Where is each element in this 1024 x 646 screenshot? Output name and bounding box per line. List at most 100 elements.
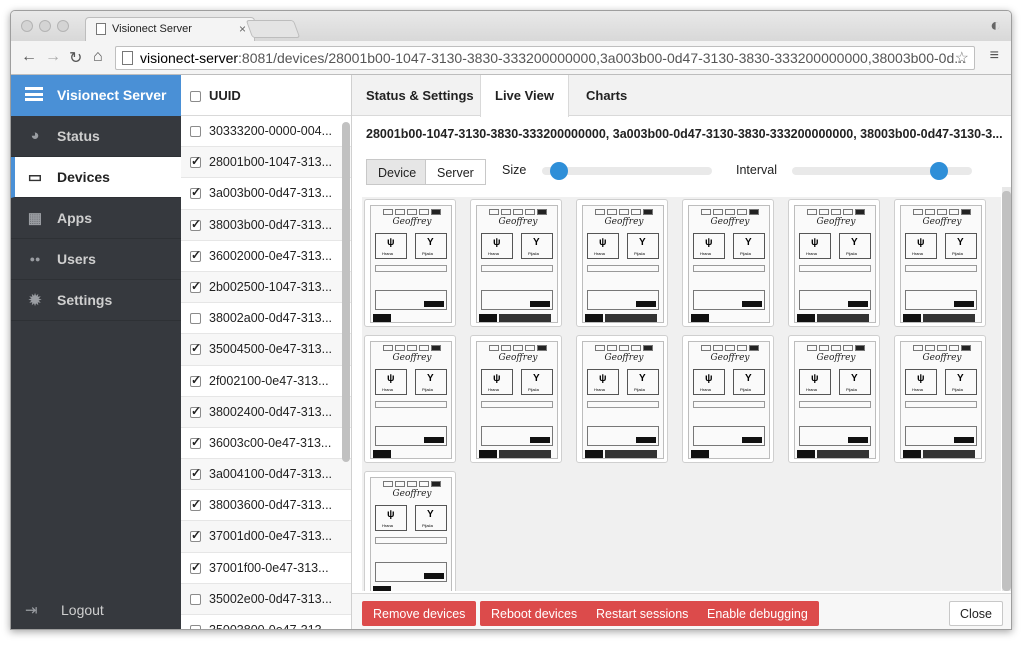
- home-icon[interactable]: ⌂: [93, 48, 103, 66]
- device-row[interactable]: 38003600-0d47-313...: [181, 490, 351, 522]
- device-preview[interactable]: Geoffrey ψ Hrana Y Pijača: [894, 199, 986, 327]
- tab-live-view[interactable]: Live View: [480, 75, 570, 117]
- device-preview[interactable]: Geoffrey ψ Hrana Y Pijača: [682, 199, 774, 327]
- sidebar-item-label: Status: [57, 128, 100, 144]
- preview-footer: [585, 314, 661, 322]
- device-row[interactable]: 38002400-0d47-313...: [181, 396, 351, 428]
- device-row[interactable]: 36003c00-0e47-313...: [181, 428, 351, 460]
- tab-charts[interactable]: Charts: [572, 75, 641, 116]
- drink-label: Pijača: [422, 523, 433, 528]
- sidebar-item-apps[interactable]: ▦ Apps: [11, 198, 181, 239]
- window-minimize-dot[interactable]: [39, 20, 51, 32]
- enable-debugging-button[interactable]: Enable debugging: [696, 601, 819, 626]
- device-row[interactable]: 30333200-0000-004...: [181, 116, 351, 148]
- device-row[interactable]: 37001d00-0e47-313...: [181, 521, 351, 553]
- size-label: Size: [502, 163, 527, 177]
- remove-devices-button[interactable]: Remove devices: [362, 601, 477, 626]
- close-button[interactable]: Close: [949, 601, 1003, 626]
- scrollbar-thumb[interactable]: [1002, 191, 1011, 591]
- hamburger-icon[interactable]: [25, 87, 43, 101]
- device-checkbox[interactable]: [190, 126, 201, 137]
- device-row[interactable]: 38003b00-0d47-313...: [181, 209, 351, 241]
- server-toggle-button[interactable]: Server: [425, 159, 486, 185]
- reboot-devices-button[interactable]: Reboot devices: [480, 601, 589, 626]
- sidebar-item-label: Settings: [57, 292, 113, 308]
- device-checkbox[interactable]: [190, 185, 201, 200]
- preview-bar: [481, 265, 553, 272]
- reload-icon[interactable]: ↻: [69, 48, 82, 68]
- interval-slider[interactable]: [792, 162, 972, 180]
- device-checkbox[interactable]: [190, 404, 201, 418]
- brand-header[interactable]: Visionect Server: [11, 75, 181, 116]
- language-flags: [807, 345, 865, 351]
- glass-icon: Y: [427, 509, 434, 520]
- sidebar-item-status[interactable]: ◕ Status: [11, 116, 181, 157]
- drink-label: Pijača: [846, 251, 857, 256]
- tab-status-settings[interactable]: Status & Settings: [352, 75, 488, 116]
- browser-tab[interactable]: Visionect Server ×: [85, 17, 255, 41]
- preview-order: [375, 426, 447, 446]
- forward-icon[interactable]: →: [45, 48, 61, 66]
- device-row[interactable]: 36002000-0e47-313...: [181, 241, 351, 272]
- device-checkbox[interactable]: [190, 248, 201, 262]
- size-slider[interactable]: [542, 162, 712, 180]
- device-list-scrollbar[interactable]: [342, 122, 350, 462]
- device-preview[interactable]: Geoffrey ψ Hrana Y Pijača: [788, 199, 880, 327]
- window-zoom-dot[interactable]: [57, 20, 69, 32]
- restart-sessions-button[interactable]: Restart sessions: [585, 601, 700, 626]
- window-close-dot[interactable]: [21, 20, 33, 32]
- device-preview[interactable]: Geoffrey ψ Hrana Y Pijača: [894, 335, 986, 463]
- preview-bar: [375, 265, 447, 272]
- chrome-menu-icon[interactable]: ≡: [990, 47, 999, 65]
- device-row[interactable]: 28001b00-1047-313...: [181, 147, 351, 179]
- food-label: Hrana: [912, 387, 923, 392]
- device-checkbox[interactable]: [190, 435, 201, 449]
- device-checkbox[interactable]: [190, 279, 201, 293]
- device-preview[interactable]: Geoffrey ψ Hrana Y Pijača: [788, 335, 880, 463]
- device-row[interactable]: 35003800-0e47-313...: [181, 615, 351, 629]
- sidebar-item-users[interactable]: ●● Users: [11, 239, 181, 280]
- device-checkbox[interactable]: [190, 154, 201, 169]
- device-checkbox[interactable]: [190, 341, 201, 356]
- food-label: Hrana: [488, 251, 499, 256]
- device-row[interactable]: 35004500-0e47-313...: [181, 334, 351, 366]
- interval-slider-handle[interactable]: [930, 162, 948, 180]
- device-preview[interactable]: Geoffrey ψ Hrana Y Pijača: [470, 335, 562, 463]
- device-checkbox[interactable]: [190, 313, 201, 325]
- device-checkbox[interactable]: [190, 466, 201, 481]
- device-preview[interactable]: Geoffrey ψ Hrana Y Pijača: [682, 335, 774, 463]
- device-row[interactable]: 3a003b00-0d47-313...: [181, 178, 351, 210]
- bookmark-star-icon[interactable]: ☆: [955, 48, 969, 68]
- device-checkbox[interactable]: [190, 528, 201, 543]
- size-slider-handle[interactable]: [550, 162, 568, 180]
- select-all-checkbox[interactable]: [190, 91, 201, 102]
- device-preview[interactable]: Geoffrey ψ Hrana Y Pijača: [364, 199, 456, 327]
- device-row[interactable]: 2b002500-1047-313...: [181, 271, 351, 304]
- device-row[interactable]: 35002e00-0d47-313...: [181, 583, 351, 615]
- sidebar-item-settings[interactable]: ✹ Settings: [11, 280, 181, 321]
- logout-button[interactable]: ⇥ Logout: [11, 590, 181, 629]
- device-preview[interactable]: Geoffrey ψ Hrana Y Pijača: [576, 335, 668, 463]
- tab-close-icon[interactable]: ×: [239, 22, 246, 36]
- device-checkbox[interactable]: [190, 373, 201, 387]
- sidebar-item-devices[interactable]: ▭ Devices: [11, 157, 181, 198]
- device-row[interactable]: 2f002100-0e47-313...: [181, 366, 351, 397]
- device-row[interactable]: 3a004100-0d47-313...: [181, 459, 351, 491]
- device-checkbox[interactable]: [190, 217, 201, 231]
- device-checkbox[interactable]: [190, 625, 201, 629]
- device-preview[interactable]: Geoffrey ψ Hrana Y Pijača: [470, 199, 562, 327]
- device-checkbox[interactable]: [190, 593, 201, 605]
- device-row[interactable]: 37001f00-0e47-313...: [181, 553, 351, 584]
- device-preview[interactable]: Geoffrey ψ Hrana Y Pijača: [364, 471, 456, 591]
- device-row[interactable]: 38002a00-0d47-313...: [181, 303, 351, 335]
- device-checkbox[interactable]: [190, 497, 201, 512]
- url-input[interactable]: visionect-server:8081/devices/28001b00-1…: [115, 46, 975, 70]
- device-preview[interactable]: Geoffrey ψ Hrana Y Pijača: [576, 199, 668, 327]
- device-uuid: 35002e00-0d47-313...: [209, 591, 333, 606]
- live-view-scrollbar[interactable]: [1002, 187, 1011, 591]
- device-preview[interactable]: Geoffrey ψ Hrana Y Pijača: [364, 335, 456, 463]
- device-toggle-button[interactable]: Device: [366, 159, 429, 185]
- new-tab-button[interactable]: [245, 20, 301, 38]
- device-checkbox[interactable]: [190, 560, 201, 574]
- back-icon[interactable]: ←: [21, 48, 37, 66]
